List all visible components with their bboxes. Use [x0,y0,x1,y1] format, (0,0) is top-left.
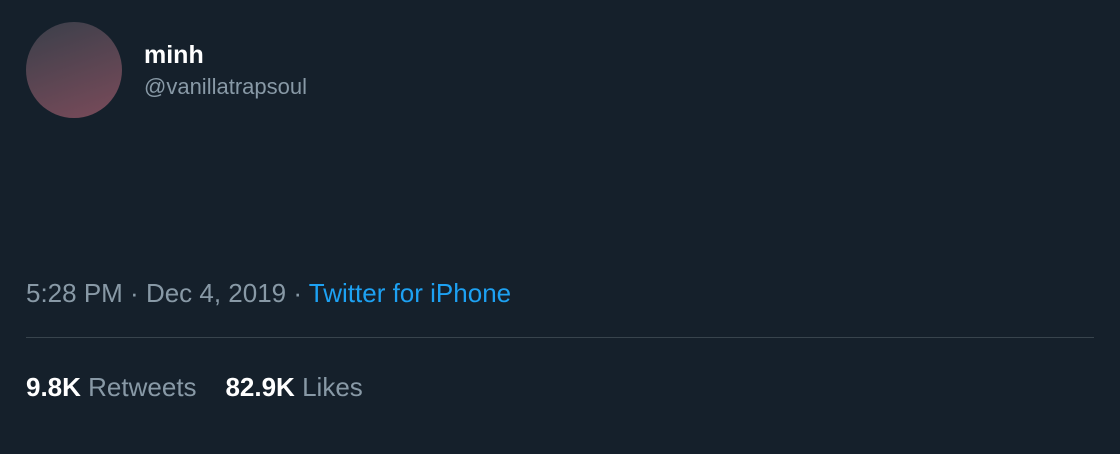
divider [26,337,1094,338]
retweet-label[interactable]: Retweets [88,372,196,402]
like-count[interactable]: 82.9K [225,372,294,402]
tweet-stats: 9.8K Retweets 82.9K Likes [26,372,1094,403]
tweet-text [26,144,1094,252]
tweet-meta: 5:28 PM · Dec 4, 2019 · Twitter for iPho… [26,278,512,308]
author-block: minh @vanillatrapsoul [144,41,307,100]
tweet-header: minh @vanillatrapsoul [26,22,1094,118]
tweet-card: minh @vanillatrapsoul 5:28 PM · Dec 4, 2… [0,0,1120,454]
display-name[interactable]: minh [144,41,307,70]
avatar[interactable] [26,22,122,118]
tweet-time[interactable]: 5:28 PM [26,278,123,308]
tweet-source-link[interactable]: Twitter for iPhone [309,278,511,308]
tweet-date[interactable]: Dec 4, 2019 [146,278,286,308]
retweet-count[interactable]: 9.8K [26,372,81,402]
user-handle[interactable]: @vanillatrapsoul [144,74,307,100]
like-label[interactable]: Likes [302,372,363,402]
